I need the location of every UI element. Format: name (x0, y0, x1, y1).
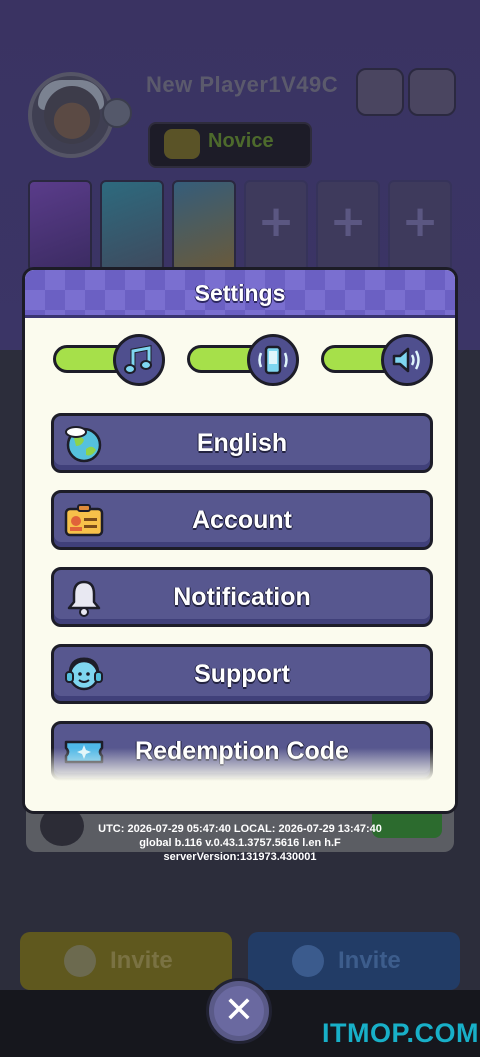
search-icon (102, 98, 132, 128)
card-slot-empty[interactable] (388, 180, 452, 272)
messenger-icon (64, 945, 96, 977)
invite-messenger-label: Invite (110, 947, 173, 974)
settings-dialog: Settings English Account Notification Su… (22, 267, 458, 814)
facebook-icon (292, 945, 324, 977)
watermark: ITMOP.COM (322, 1018, 480, 1048)
rank-label: Novice (208, 130, 274, 152)
account-label: Account (192, 506, 292, 534)
language-button[interactable]: English (51, 413, 433, 473)
card-slot-empty[interactable] (244, 180, 308, 272)
vibration-toggle[interactable] (187, 334, 299, 386)
close-button[interactable]: ✕ (206, 978, 272, 1044)
avatar-face-icon (44, 86, 100, 144)
time-info: UTC: 2026-07-29 05:47:40 LOCAL: 2026-07-… (98, 823, 382, 835)
card-slot-2[interactable] (100, 180, 164, 272)
language-label: English (196, 429, 288, 457)
account-button[interactable]: Account (51, 490, 433, 550)
version-info: UTC: 2026-07-29 05:47:40 LOCAL: 2026-07-… (0, 822, 480, 864)
scroll-fade (25, 748, 455, 808)
server-version: serverVersion:131973.430001 (163, 851, 317, 863)
card-slot-empty[interactable] (316, 180, 380, 272)
music-note-icon (124, 344, 152, 374)
build-info: global b.116 v.0.43.1.3757.5616 l.en h.F (139, 837, 341, 849)
phone-vibrate-icon (258, 345, 288, 375)
settings-header: Settings (25, 270, 455, 318)
mascot-icon[interactable] (356, 68, 404, 116)
invite-facebook-label: Invite (338, 947, 401, 974)
speaker-icon (392, 347, 420, 373)
mail-icon[interactable] (408, 68, 456, 116)
toggle-knob (247, 334, 299, 386)
music-toggle[interactable] (53, 334, 165, 386)
sound-toggle[interactable] (321, 334, 433, 386)
rank-emblem-icon (164, 129, 200, 159)
rank-badge[interactable]: Novice (148, 122, 312, 168)
notification-label: Notification (173, 583, 311, 611)
toggle-knob (381, 334, 433, 386)
card-slot-1[interactable] (28, 180, 92, 272)
notification-button[interactable]: Notification (51, 567, 433, 627)
player-name: New Player1V49C (146, 72, 339, 97)
invite-facebook-button[interactable]: Invite (248, 932, 460, 990)
support-button[interactable]: Support (51, 644, 433, 704)
toggle-knob (113, 334, 165, 386)
support-label: Support (194, 660, 290, 688)
invite-messenger-button[interactable]: Invite (20, 932, 232, 990)
card-slot-3[interactable] (172, 180, 236, 272)
settings-title: Settings (194, 280, 286, 306)
player-avatar[interactable] (28, 72, 114, 158)
close-icon: ✕ (223, 990, 255, 1031)
